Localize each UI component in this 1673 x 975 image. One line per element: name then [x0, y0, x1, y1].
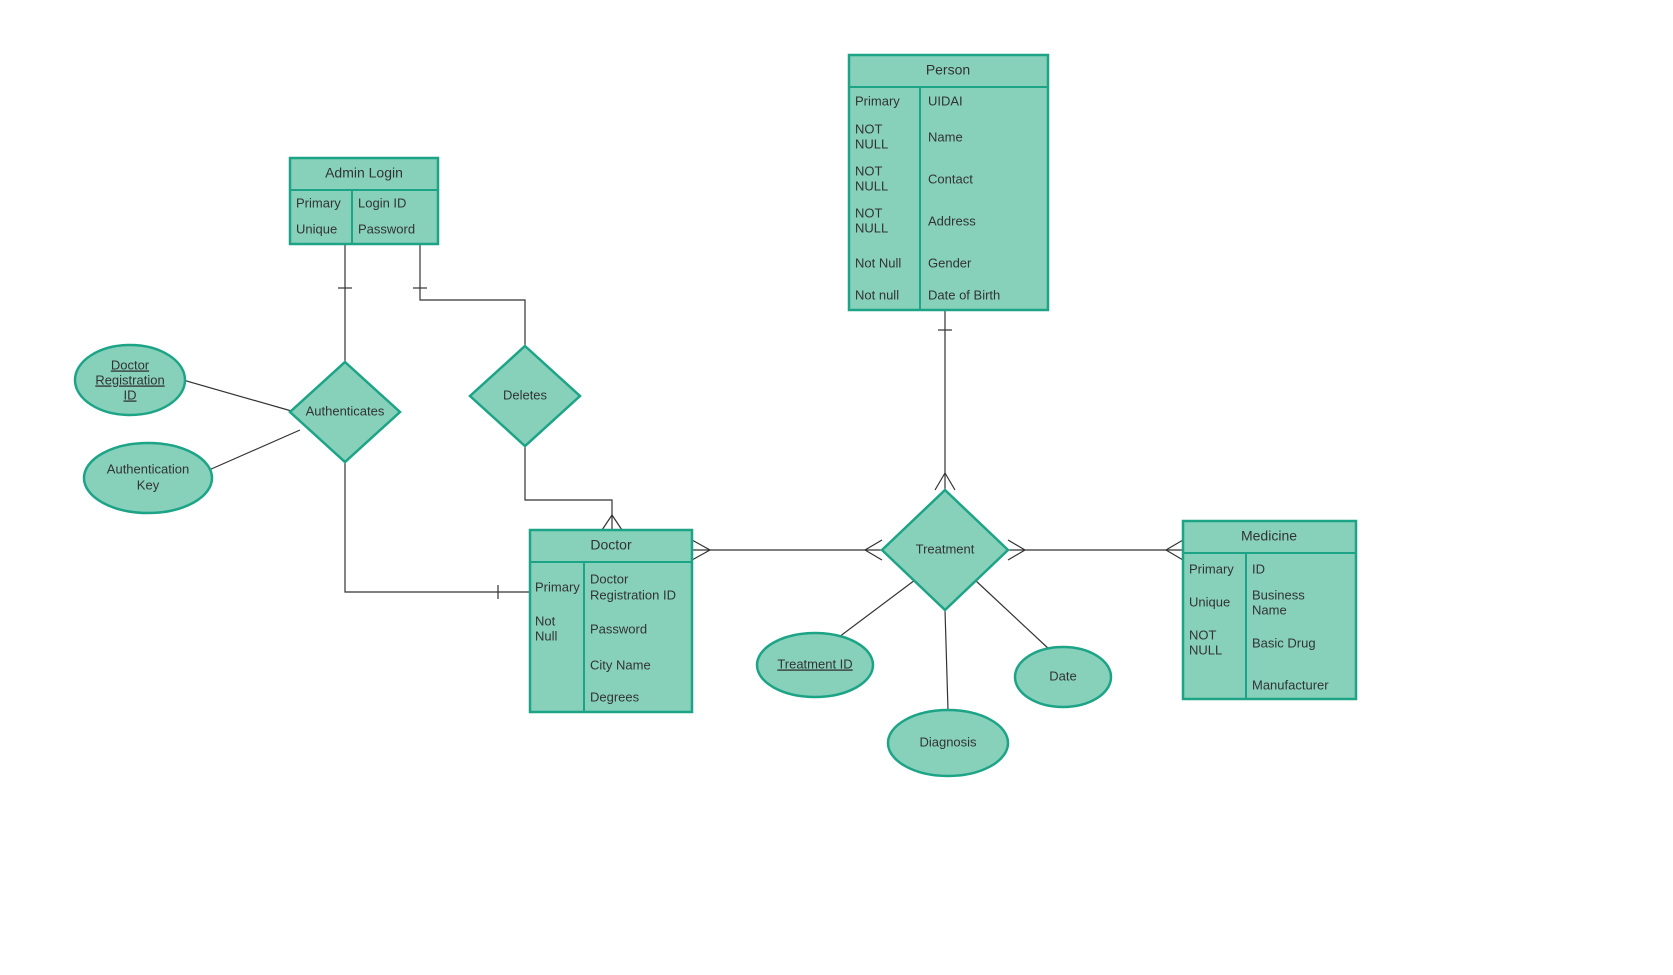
entity-person: Person Primary UIDAI NOT NULL Name NOT N… — [849, 55, 1048, 310]
svg-text:Basic Drug: Basic Drug — [1252, 635, 1316, 650]
svg-text:Gender: Gender — [928, 255, 972, 270]
svg-text:Null: Null — [535, 628, 558, 643]
svg-text:NOT: NOT — [1189, 627, 1217, 642]
svg-text:Doctor: Doctor — [111, 357, 150, 372]
svg-text:NOT: NOT — [855, 121, 883, 136]
svg-text:Not null: Not null — [855, 287, 899, 302]
svg-text:Treatment ID: Treatment ID — [777, 656, 852, 671]
attribute-diagnosis: Diagnosis — [888, 710, 1008, 776]
svg-text:Primary: Primary — [296, 195, 341, 210]
svg-text:Deletes: Deletes — [503, 387, 548, 402]
svg-text:Password: Password — [590, 621, 647, 636]
attribute-date: Date — [1015, 647, 1111, 707]
relationship-authenticates: Authenticates — [290, 362, 400, 462]
svg-text:Diagnosis: Diagnosis — [919, 734, 977, 749]
svg-text:City Name: City Name — [590, 657, 651, 672]
attribute-treatment-id: Treatment ID — [757, 633, 873, 697]
svg-text:NULL: NULL — [1189, 642, 1222, 657]
entity-title: Doctor — [590, 537, 632, 553]
svg-text:UIDAI: UIDAI — [928, 93, 963, 108]
svg-text:Unique: Unique — [296, 221, 337, 236]
svg-text:ID: ID — [1252, 561, 1265, 576]
svg-text:Registration ID: Registration ID — [590, 587, 676, 602]
svg-text:Business: Business — [1252, 587, 1305, 602]
svg-text:Degrees: Degrees — [590, 689, 640, 704]
attribute-doctor-registration-id: Doctor Registration ID — [75, 345, 185, 415]
svg-text:NOT: NOT — [855, 163, 883, 178]
svg-text:Name: Name — [928, 129, 963, 144]
svg-text:Address: Address — [928, 213, 976, 228]
svg-text:Primary: Primary — [855, 93, 900, 108]
svg-text:Not: Not — [535, 613, 556, 628]
entity-doctor: Doctor Primary Doctor Registration ID No… — [530, 530, 692, 712]
svg-text:Authentication: Authentication — [107, 461, 189, 476]
svg-text:Doctor: Doctor — [590, 571, 629, 586]
svg-text:NULL: NULL — [855, 178, 888, 193]
svg-text:Manufacturer: Manufacturer — [1252, 677, 1329, 692]
svg-text:Authenticates: Authenticates — [306, 403, 385, 418]
svg-text:Primary: Primary — [535, 579, 580, 594]
svg-text:Treatment: Treatment — [916, 541, 975, 556]
svg-text:Unique: Unique — [1189, 594, 1230, 609]
entity-admin-login: Admin Login Primary Login ID Unique Pass… — [290, 158, 438, 244]
svg-text:ID: ID — [124, 387, 137, 402]
er-diagram: Admin Login Primary Login ID Unique Pass… — [0, 0, 1673, 975]
svg-text:Registration: Registration — [95, 372, 164, 387]
svg-text:NULL: NULL — [855, 220, 888, 235]
svg-text:Key: Key — [137, 477, 160, 492]
svg-text:Contact: Contact — [928, 171, 973, 186]
svg-text:Not Null: Not Null — [855, 255, 901, 270]
svg-text:Primary: Primary — [1189, 561, 1234, 576]
svg-text:Password: Password — [358, 221, 415, 236]
entity-title: Medicine — [1241, 528, 1297, 544]
attribute-authentication-key: Authentication Key — [84, 443, 212, 513]
entity-title: Person — [926, 62, 970, 78]
svg-text:Date of Birth: Date of Birth — [928, 287, 1000, 302]
entity-medicine: Medicine Primary ID Unique Business Name… — [1183, 521, 1356, 699]
svg-text:NULL: NULL — [855, 136, 888, 151]
relationship-deletes: Deletes — [470, 346, 580, 446]
svg-text:Date: Date — [1049, 668, 1076, 683]
entity-title: Admin Login — [325, 165, 403, 181]
svg-text:Login ID: Login ID — [358, 195, 406, 210]
svg-text:NOT: NOT — [855, 205, 883, 220]
relationship-treatment: Treatment — [882, 490, 1008, 610]
svg-text:Name: Name — [1252, 602, 1287, 617]
